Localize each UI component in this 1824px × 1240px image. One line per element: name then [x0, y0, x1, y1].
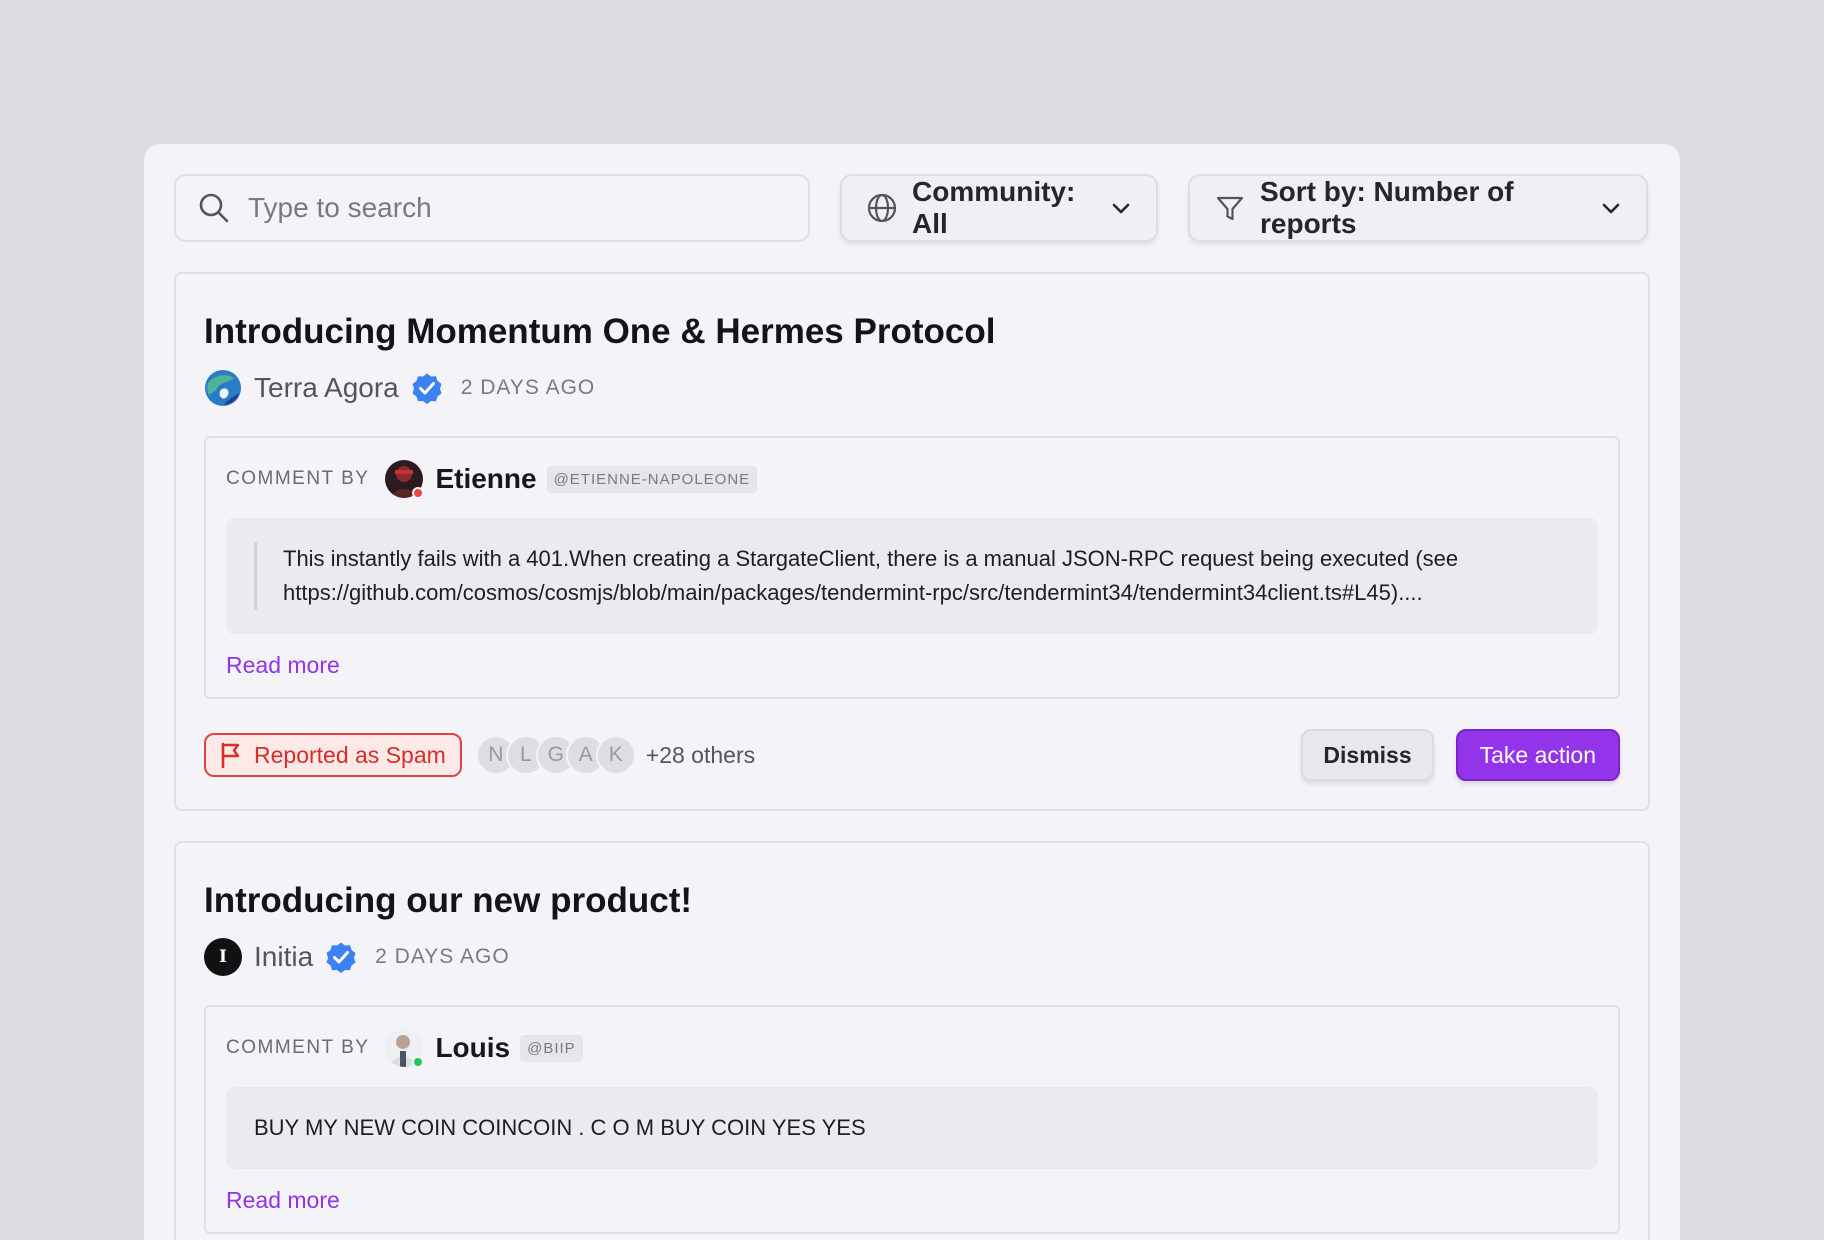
- spam-report-label: Reported as Spam: [254, 741, 446, 768]
- toolbar: Community: All Sort by: Number of report…: [174, 174, 1650, 242]
- other-reporters-count[interactable]: +28 others: [646, 742, 755, 769]
- reported-comment: COMMENT BY Louis @BIIP BUY MY NEW COIN C…: [204, 1005, 1620, 1234]
- community-initial: I: [219, 947, 227, 967]
- community-filter-label: Community: All: [912, 176, 1076, 239]
- comment-text: This instantly fails with a 401.When cre…: [283, 546, 1459, 605]
- chevron-down-icon: [1602, 203, 1620, 214]
- flag-icon: [221, 742, 240, 768]
- comment-header: COMMENT BY Louis @BIIP: [226, 1027, 1598, 1069]
- moderation-panel: Community: All Sort by: Number of report…: [144, 144, 1680, 1240]
- take-action-button[interactable]: Take action: [1455, 729, 1620, 781]
- post-title: Introducing Momentum One & Hermes Protoc…: [204, 312, 996, 351]
- community-filter-dropdown[interactable]: Community: All: [840, 174, 1158, 242]
- reported-post-card: Introducing our new product! I Initia 2 …: [174, 841, 1650, 1240]
- post-timestamp: 2 DAYS AGO: [375, 945, 510, 968]
- read-more-link[interactable]: Read more: [226, 652, 340, 679]
- comment-by-label: COMMENT BY: [226, 468, 370, 489]
- status-dot: [412, 487, 425, 499]
- verified-badge-icon: [326, 942, 356, 973]
- comment-by-label: COMMENT BY: [226, 1037, 370, 1058]
- comment-header: COMMENT BY Etienne @ETIENNE-NAPOLEONE: [226, 458, 1598, 500]
- post-title: Introducing our new product!: [204, 881, 693, 920]
- sort-dropdown[interactable]: Sort by: Number of reports: [1188, 174, 1648, 242]
- comment-body: This instantly fails with a 401.When cre…: [226, 518, 1598, 634]
- search-input[interactable]: [248, 192, 786, 224]
- reporter-avatars[interactable]: N L G A K: [475, 735, 636, 775]
- sort-label: Sort by: Number of reports: [1260, 176, 1514, 239]
- verified-badge-icon: [412, 373, 442, 404]
- spam-report-badge: Reported as Spam: [204, 733, 462, 777]
- commenter-avatar[interactable]: [385, 460, 425, 499]
- terra-logo-icon: [205, 370, 241, 406]
- reported-post-card: Introducing Momentum One & Hermes Protoc…: [174, 272, 1650, 811]
- filter-icon: [1216, 196, 1244, 221]
- comment-text: BUY MY NEW COIN COINCOIN . C O M BUY COI…: [254, 1115, 866, 1140]
- commenter-name[interactable]: Louis: [435, 1032, 510, 1064]
- commenter-handle: @BIIP: [520, 1034, 583, 1062]
- community-name[interactable]: Terra Agora: [254, 372, 399, 404]
- community-name[interactable]: Initia: [254, 941, 313, 973]
- comment-quote: This instantly fails with a 401.When cre…: [254, 542, 1570, 610]
- globe-icon: [867, 193, 897, 223]
- community-avatar: [204, 369, 242, 407]
- community-avatar: I: [204, 938, 242, 976]
- commenter-handle: @ETIENNE-NAPOLEONE: [546, 465, 758, 493]
- report-actions: Reported as Spam N L G A K +28 others Di…: [204, 729, 1620, 781]
- comment-body: BUY MY NEW COIN COINCOIN . C O M BUY COI…: [226, 1087, 1598, 1169]
- post-timestamp: 2 DAYS AGO: [460, 376, 596, 399]
- search-icon: [199, 193, 229, 223]
- reporter-avatar: K: [595, 735, 636, 775]
- search-box[interactable]: [174, 174, 810, 242]
- status-dot: [412, 1056, 425, 1068]
- read-more-link[interactable]: Read more: [226, 1187, 340, 1214]
- post-meta: Terra Agora 2 DAYS AGO: [204, 368, 1620, 408]
- commenter-name[interactable]: Etienne: [435, 463, 536, 495]
- chevron-down-icon: [1112, 203, 1130, 214]
- dismiss-button[interactable]: Dismiss: [1301, 729, 1434, 781]
- commenter-avatar[interactable]: [385, 1029, 425, 1068]
- post-meta: I Initia 2 DAYS AGO: [204, 937, 1620, 977]
- reported-comment: COMMENT BY Etienne @ETIENNE-NAPOLEONE Th…: [204, 436, 1620, 699]
